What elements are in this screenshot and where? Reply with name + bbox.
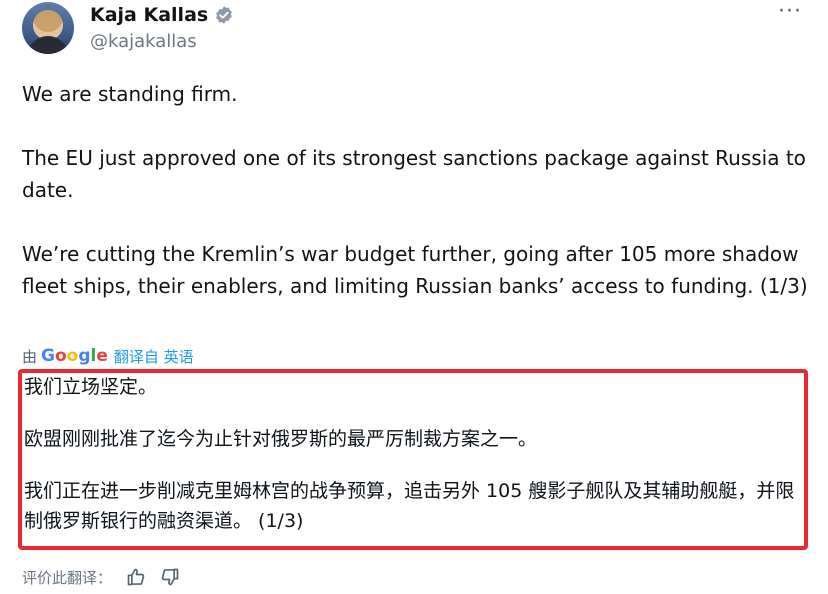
translated-from-link[interactable]: 翻译自 英语 bbox=[114, 346, 194, 367]
translated-text: 我们立场坚定。 欧盟刚刚批准了迄今为止针对俄罗斯的最严厉制裁方案之一。 我们正在… bbox=[24, 372, 804, 536]
thumbs-up-icon[interactable] bbox=[126, 567, 146, 587]
more-options-button[interactable]: ··· bbox=[772, 1, 808, 28]
translation-attribution: 由 Google 翻译自 英语 bbox=[22, 345, 194, 367]
tweet-paragraph: We are standing firm. bbox=[22, 82, 238, 106]
translated-paragraph: 欧盟刚刚批准了迄今为止针对俄罗斯的最严厉制裁方案之一。 bbox=[24, 428, 538, 450]
translation-prefix: 由 bbox=[22, 347, 38, 366]
translated-paragraph: 我们正在进一步削减克里姆林宫的战争预算，追击另外 105 艘影子舰队及其辅助舰艇… bbox=[24, 480, 795, 532]
author-display-name[interactable]: Kaja Kallas bbox=[90, 4, 208, 26]
tweet-text: We are standing firm. The EU just approv… bbox=[22, 78, 812, 302]
author-name-row: Kaja Kallas bbox=[90, 4, 234, 26]
translated-paragraph: 我们立场坚定。 bbox=[24, 376, 158, 398]
verified-badge-icon bbox=[216, 6, 233, 24]
avatar-body bbox=[28, 36, 68, 54]
rate-translation-label: 评价此翻译： bbox=[22, 568, 113, 587]
google-logo: Google bbox=[41, 346, 108, 366]
avatar[interactable] bbox=[22, 2, 74, 54]
rate-translation-row: 评价此翻译： bbox=[22, 564, 180, 590]
tweet-paragraph: We’re cutting the Kremlin’s war budget f… bbox=[22, 242, 808, 298]
author-handle[interactable]: @kajakallas bbox=[90, 31, 197, 52]
tweet-paragraph: The EU just approved one of its stronges… bbox=[22, 146, 806, 202]
thumbs-down-icon[interactable] bbox=[160, 567, 180, 587]
